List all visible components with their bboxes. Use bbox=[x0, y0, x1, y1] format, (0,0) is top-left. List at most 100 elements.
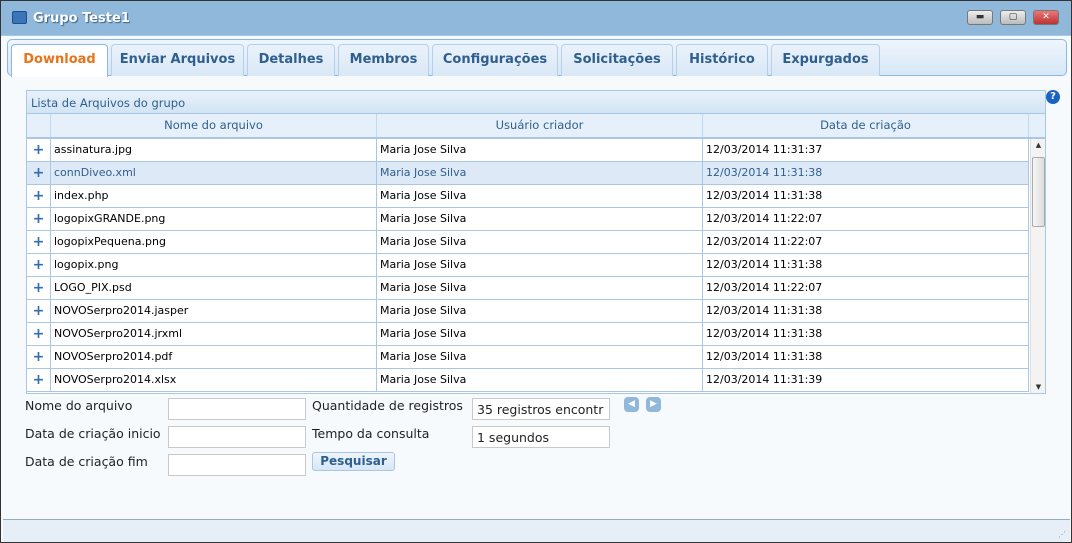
expand-column-header bbox=[27, 114, 51, 137]
tab-configuracoes[interactable]: Configurações bbox=[432, 44, 558, 76]
table-row[interactable]: + NOVOSerpro2014.pdf Maria Jose Silva 12/03… bbox=[27, 346, 1029, 369]
tab-historico[interactable]: Histórico bbox=[676, 44, 768, 76]
file-name-cell: logopix.png bbox=[51, 254, 377, 276]
data-inicio-input[interactable] bbox=[168, 426, 306, 448]
table-row[interactable]: + NOVOSerpro2014.jasper Maria Jose Silva 12… bbox=[27, 300, 1029, 323]
file-name-cell: assinatura.jpg bbox=[51, 139, 377, 161]
expand-icon[interactable]: + bbox=[27, 254, 51, 276]
title-bar[interactable]: Grupo Teste1 ▬ ▢ ✕ bbox=[1, 1, 1071, 36]
table-row[interactable]: + logopixGRANDE.png Maria Jose Silva 12/03/… bbox=[27, 208, 1029, 231]
grid-caption: Lista de Arquivos do grupo bbox=[27, 91, 1045, 114]
tab-detalhes[interactable]: Detalhes bbox=[247, 44, 335, 76]
user-cell: Maria Jose Silva bbox=[377, 323, 703, 345]
file-name-cell: connDiveo.xml bbox=[51, 162, 377, 184]
file-name-cell: NOVOSerpro2014.pdf bbox=[51, 346, 377, 368]
table-row[interactable]: + LOGO_PIX.psd Maria Jose Silva 12/03/2014 … bbox=[27, 277, 1029, 300]
expand-icon[interactable]: + bbox=[27, 162, 51, 184]
minimize-icon: ▬ bbox=[975, 12, 985, 22]
expand-icon[interactable]: + bbox=[27, 369, 51, 391]
files-grid: Lista de Arquivos do grupo Nome do arqui… bbox=[26, 90, 1046, 394]
tempo-field: 1 segundos bbox=[472, 426, 610, 448]
table-row[interactable]: + logopix.png Maria Jose Silva 12/03/2014 1… bbox=[27, 254, 1029, 277]
window: Grupo Teste1 ▬ ▢ ✕ Download Enviar Arqui… bbox=[0, 0, 1072, 543]
table-row[interactable]: + index.php Maria Jose Silva 12/03/2014 11:… bbox=[27, 185, 1029, 208]
file-name-cell: NOVOSerpro2014.jasper bbox=[51, 300, 377, 322]
user-cell: Maria Jose Silva bbox=[377, 346, 703, 368]
qtd-field: 35 registros encontr bbox=[472, 398, 610, 420]
file-name-cell: index.php bbox=[51, 185, 377, 207]
table-row[interactable]: + assinatura.jpg Maria Jose Silva 12/03/201… bbox=[27, 139, 1029, 162]
file-name-cell: logopixPequena.png bbox=[51, 231, 377, 253]
date-cell: 12/03/2014 11:31:38 bbox=[703, 254, 1029, 276]
date-cell: 12/03/2014 11:22:07 bbox=[703, 231, 1029, 253]
close-button[interactable]: ✕ bbox=[1033, 10, 1059, 25]
date-cell: 12/03/2014 11:31:38 bbox=[703, 346, 1029, 368]
qtd-label: Quantidade de registros bbox=[312, 398, 463, 413]
grid-scrollbar[interactable]: ▲ ▼ bbox=[1030, 139, 1045, 393]
expand-icon[interactable]: + bbox=[27, 139, 51, 161]
nome-input[interactable] bbox=[168, 398, 306, 420]
status-bar: ⋰ bbox=[3, 519, 1070, 542]
restore-button[interactable]: ▢ bbox=[1000, 10, 1026, 25]
expand-icon[interactable]: + bbox=[27, 300, 51, 322]
date-cell: 12/03/2014 11:31:38 bbox=[703, 323, 1029, 345]
date-cell: 12/03/2014 11:31:38 bbox=[703, 162, 1029, 184]
user-cell: Maria Jose Silva bbox=[377, 208, 703, 230]
date-cell: 12/03/2014 11:22:07 bbox=[703, 277, 1029, 299]
restore-icon: ▢ bbox=[1008, 12, 1018, 22]
help-icon[interactable]: ? bbox=[1046, 90, 1060, 104]
expand-icon[interactable]: + bbox=[27, 277, 51, 299]
next-page-icon[interactable]: ▶ bbox=[646, 397, 661, 412]
nome-label: Nome do arquivo bbox=[25, 398, 133, 413]
table-row[interactable]: + logopixPequena.png Maria Jose Silva 12/03… bbox=[27, 231, 1029, 254]
expand-icon[interactable]: + bbox=[27, 346, 51, 368]
table-row[interactable]: + NOVOSerpro2014.jrxml Maria Jose Silva 12/… bbox=[27, 323, 1029, 346]
table-row[interactable]: + connDiveo.xml Maria Jose Silva 12/03/2014… bbox=[27, 162, 1029, 185]
table-row[interactable]: + NOVOSerpro2014.xlsx Maria Jose Silva 12/0… bbox=[27, 369, 1029, 392]
user-cell: Maria Jose Silva bbox=[377, 185, 703, 207]
window-title: Grupo Teste1 bbox=[33, 11, 130, 26]
date-cell: 12/03/2014 11:31:38 bbox=[703, 300, 1029, 322]
tab-membros[interactable]: Membros bbox=[338, 44, 429, 76]
date-cell: 12/03/2014 11:31:38 bbox=[703, 185, 1029, 207]
inicio-label: Data de criação inicio bbox=[25, 426, 161, 441]
user-cell: Maria Jose Silva bbox=[377, 277, 703, 299]
grid-header: Nome do arquivo Usuário criador Data de … bbox=[27, 114, 1045, 139]
user-cell: Maria Jose Silva bbox=[377, 369, 703, 391]
data-fim-input[interactable] bbox=[168, 454, 306, 476]
close-icon: ✕ bbox=[1042, 12, 1050, 22]
tab-enviar-arquivos[interactable]: Enviar Arquivos bbox=[111, 44, 244, 76]
minimize-button[interactable]: ▬ bbox=[967, 10, 993, 25]
scroll-thumb[interactable] bbox=[1032, 157, 1045, 227]
user-cell: Maria Jose Silva bbox=[377, 254, 703, 276]
expand-icon[interactable]: + bbox=[27, 185, 51, 207]
file-name-cell: NOVOSerpro2014.xlsx bbox=[51, 369, 377, 391]
expand-icon[interactable]: + bbox=[27, 323, 51, 345]
expand-icon[interactable]: + bbox=[27, 208, 51, 230]
column-header-usuario[interactable]: Usuário criador bbox=[377, 114, 703, 137]
pesquisar-button[interactable]: Pesquisar bbox=[312, 452, 395, 471]
date-cell: 12/03/2014 11:31:39 bbox=[703, 369, 1029, 391]
user-cell: Maria Jose Silva bbox=[377, 300, 703, 322]
user-cell: Maria Jose Silva bbox=[377, 162, 703, 184]
date-cell: 12/03/2014 11:31:37 bbox=[703, 139, 1029, 161]
file-name-cell: LOGO_PIX.psd bbox=[51, 277, 377, 299]
file-name-cell: NOVOSerpro2014.jrxml bbox=[51, 323, 377, 345]
tempo-label: Tempo da consulta bbox=[312, 426, 430, 441]
resize-grip-icon[interactable]: ⋰ bbox=[1058, 530, 1066, 539]
expand-icon[interactable]: + bbox=[27, 231, 51, 253]
fim-label: Data de criação fim bbox=[25, 454, 148, 469]
scroll-up-icon[interactable]: ▲ bbox=[1031, 141, 1045, 149]
tab-bar: Download Enviar Arquivos Detalhes Membro… bbox=[7, 39, 1067, 77]
file-name-cell: logopixGRANDE.png bbox=[51, 208, 377, 230]
column-header-nome[interactable]: Nome do arquivo bbox=[51, 114, 377, 137]
scroll-down-icon[interactable]: ▼ bbox=[1031, 383, 1045, 391]
tab-download[interactable]: Download bbox=[11, 44, 108, 77]
column-header-data[interactable]: Data de criação bbox=[703, 114, 1029, 137]
group-icon bbox=[12, 11, 27, 24]
user-cell: Maria Jose Silva bbox=[377, 139, 703, 161]
tab-expurgados[interactable]: Expurgados bbox=[771, 44, 880, 76]
tab-solicitacoes[interactable]: Solicitações bbox=[561, 44, 673, 76]
prev-page-icon[interactable]: ◀ bbox=[624, 397, 639, 412]
user-cell: Maria Jose Silva bbox=[377, 231, 703, 253]
